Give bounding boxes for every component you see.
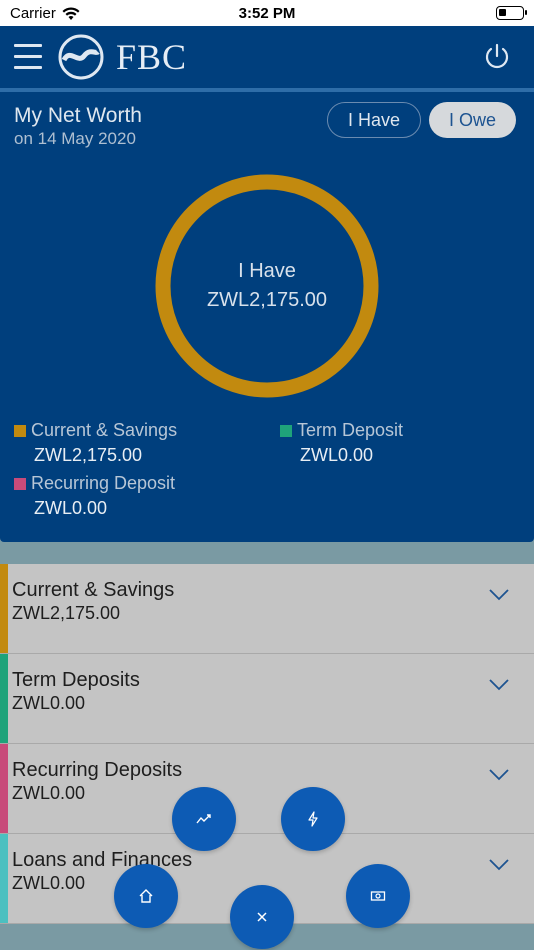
account-name: Recurring Deposits bbox=[12, 759, 183, 781]
net-worth-date: on 14 May 2020 bbox=[14, 129, 136, 148]
brand-name: FBC bbox=[116, 37, 188, 77]
status-bar: Carrier 3:52 PM bbox=[0, 0, 534, 26]
legend-swatch bbox=[14, 424, 26, 437]
legend-swatch bbox=[280, 424, 292, 437]
legend-label: Current & Savings bbox=[31, 420, 178, 440]
brand-logo: FBC bbox=[58, 34, 187, 80]
account-row-term-deposits[interactable]: Term Deposits ZWL0.00 bbox=[0, 654, 534, 744]
chevron-down-icon[interactable] bbox=[488, 678, 510, 692]
logo-mark-icon bbox=[58, 34, 104, 80]
fab-flash[interactable] bbox=[281, 787, 345, 851]
legend-label: Term Deposit bbox=[297, 420, 404, 440]
net-worth-title: My Net Worth bbox=[14, 104, 142, 127]
account-color-bar bbox=[0, 564, 8, 653]
home-icon bbox=[139, 889, 153, 903]
account-row-recurring-deposits[interactable]: Recurring Deposits ZWL0.00 bbox=[0, 744, 534, 834]
power-icon[interactable] bbox=[482, 42, 512, 72]
legend-amount: ZWL2,175.00 bbox=[34, 445, 143, 465]
battery-icon bbox=[496, 6, 527, 20]
fab-trend[interactable] bbox=[172, 787, 236, 851]
i-owe-toggle[interactable]: I Owe bbox=[429, 102, 516, 138]
account-amount: ZWL0.00 bbox=[12, 873, 86, 893]
flash-icon bbox=[308, 811, 318, 827]
legend-swatch bbox=[14, 477, 26, 490]
app-header: FBC bbox=[0, 26, 534, 90]
i-have-toggle[interactable]: I Have bbox=[327, 102, 421, 138]
account-name: Term Deposits bbox=[12, 669, 140, 691]
legend-current-savings: Current & Savings ZWL2,175.00 bbox=[14, 420, 177, 466]
account-color-bar bbox=[0, 834, 8, 923]
donut-label: I Have ZWL2,175.00 bbox=[153, 172, 381, 400]
fab-cash[interactable] bbox=[346, 864, 410, 928]
fab-close[interactable] bbox=[230, 885, 294, 949]
chevron-down-icon[interactable] bbox=[488, 588, 510, 602]
cash-icon bbox=[370, 891, 386, 901]
close-icon bbox=[257, 912, 267, 922]
account-color-bar bbox=[0, 744, 8, 833]
legend-label: Recurring Deposit bbox=[31, 473, 176, 493]
net-worth-panel: My Net Worth on 14 May 2020 I Have I Owe… bbox=[0, 92, 534, 542]
account-name: Current & Savings bbox=[12, 579, 175, 601]
fab-home[interactable] bbox=[114, 864, 178, 928]
menu-button[interactable] bbox=[14, 44, 42, 70]
trend-icon bbox=[196, 814, 211, 824]
legend-amount: ZWL0.00 bbox=[34, 498, 108, 518]
account-name: Loans and Finances bbox=[12, 849, 193, 871]
menu-line bbox=[14, 66, 42, 69]
legend-term-deposit: Term Deposit ZWL0.00 bbox=[280, 420, 403, 466]
donut-amount: ZWL2,175.00 bbox=[206, 289, 328, 311]
account-row-current-savings[interactable]: Current & Savings ZWL2,175.00 bbox=[0, 564, 534, 654]
donut-caption: I Have bbox=[238, 260, 296, 282]
account-amount: ZWL0.00 bbox=[12, 783, 86, 803]
status-time: 3:52 PM bbox=[238, 5, 296, 22]
account-amount: ZWL2,175.00 bbox=[12, 603, 121, 623]
account-color-bar bbox=[0, 654, 8, 743]
account-amount: ZWL0.00 bbox=[12, 693, 86, 713]
account-list: Current & Savings ZWL2,175.00 Term Depos… bbox=[0, 564, 534, 924]
menu-line bbox=[14, 55, 42, 58]
legend-recurring-deposit: Recurring Deposit ZWL0.00 bbox=[14, 473, 175, 519]
chevron-down-icon[interactable] bbox=[488, 858, 510, 872]
chevron-down-icon[interactable] bbox=[488, 768, 510, 782]
menu-line bbox=[14, 44, 42, 47]
legend-amount: ZWL0.00 bbox=[300, 445, 374, 465]
